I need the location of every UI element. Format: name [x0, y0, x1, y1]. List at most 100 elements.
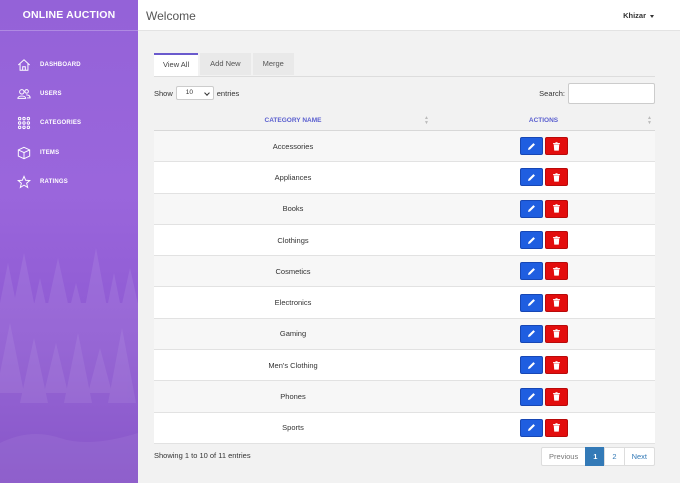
- categories-table: CATEGORY NAME ▲ ▼ ACTIONS ▲ ▼ Accessories A…: [154, 111, 655, 444]
- topbar: Welcome Khizar: [138, 0, 680, 31]
- header-category-name[interactable]: CATEGORY NAME ▲ ▼: [154, 111, 432, 130]
- delete-button[interactable]: [544, 168, 568, 187]
- pagination-page-1[interactable]: 1: [585, 447, 606, 466]
- pencil-icon: [527, 236, 535, 244]
- delete-button[interactable]: [544, 293, 568, 312]
- delete-button[interactable]: [544, 199, 568, 218]
- category-name-cell: Books: [282, 204, 304, 214]
- delete-button[interactable]: [544, 231, 568, 250]
- edit-button[interactable]: [519, 293, 543, 312]
- actions-cell: [432, 324, 655, 343]
- sidebar-item-users[interactable]: USERS: [0, 79, 138, 108]
- table-row: Gaming: [154, 318, 655, 351]
- table-row: Books: [154, 193, 655, 225]
- pagination-next[interactable]: Next: [623, 447, 655, 466]
- sidebar-nav: DASHBOARD USERS CATEGORIES ITEMS RATINGS: [0, 50, 138, 196]
- edit-button[interactable]: [519, 324, 543, 343]
- tab-divider: [154, 76, 655, 77]
- sidebar-item-categories[interactable]: CATEGORIES: [0, 109, 138, 138]
- edit-button[interactable]: [519, 137, 543, 156]
- pencil-icon: [527, 424, 535, 432]
- entries-length-control: Show 10 entries: [154, 86, 239, 100]
- search-label: Search:: [539, 89, 565, 98]
- brand-title: ONLINE AUCTION: [0, 0, 138, 31]
- delete-button[interactable]: [544, 324, 568, 343]
- trash-icon: [552, 141, 560, 151]
- sidebar: ONLINE AUCTION DASHBOARD USERS CATEGORIE…: [0, 0, 138, 483]
- category-name-cell: Men's Clothing: [268, 360, 318, 370]
- pencil-icon: [527, 205, 535, 213]
- edit-button[interactable]: [519, 356, 543, 375]
- table-row: Clothings: [154, 224, 655, 257]
- search-input[interactable]: [568, 83, 655, 104]
- tab-merge[interactable]: Merge: [252, 53, 294, 75]
- tab-bar: View All Add New Merge: [154, 53, 296, 77]
- show-label: Show: [154, 88, 173, 98]
- actions-cell: [432, 356, 655, 375]
- delete-button[interactable]: [544, 387, 568, 406]
- pencil-icon: [527, 267, 535, 275]
- home-icon: [17, 58, 31, 72]
- edit-button[interactable]: [519, 262, 543, 281]
- category-name-cell: Gaming: [279, 329, 307, 339]
- edit-button[interactable]: [519, 231, 543, 250]
- table-row: Sports: [154, 412, 655, 444]
- category-name-cell: Sports: [282, 423, 304, 433]
- category-name-cell: Electronics: [274, 298, 312, 308]
- tab-view-all[interactable]: View All: [154, 53, 199, 77]
- box-icon: [17, 146, 31, 160]
- star-icon: [17, 174, 31, 189]
- sidebar-item-dashboard[interactable]: DASHBOARD: [0, 50, 138, 79]
- delete-button[interactable]: [544, 418, 568, 437]
- sidebar-item-label: DASHBOARD: [40, 61, 81, 68]
- trash-icon: [552, 392, 560, 401]
- category-name-cell: Cosmetics: [275, 266, 311, 276]
- category-name-cell: Accessories: [272, 141, 314, 151]
- pagination: Previous 1 2 Next: [541, 447, 655, 466]
- trash-icon: [552, 423, 560, 432]
- sidebar-item-items[interactable]: ITEMS: [0, 138, 138, 167]
- table-body: Accessories Appliances Books Clothings Cosme…: [154, 131, 655, 444]
- pencil-icon: [527, 174, 535, 181]
- entries-select[interactable]: 10: [175, 86, 214, 100]
- trash-icon: [552, 267, 560, 276]
- forest-background: [0, 248, 138, 483]
- table-row: Accessories: [154, 131, 655, 163]
- edit-button[interactable]: [519, 418, 543, 437]
- actions-cell: [432, 418, 655, 437]
- sidebar-item-label: RATINGS: [40, 178, 68, 185]
- user-menu[interactable]: Khizar: [623, 11, 654, 20]
- page-title: Welcome: [146, 9, 196, 23]
- trash-icon: [552, 329, 560, 339]
- sort-icon: ▲ ▼: [647, 115, 652, 126]
- actions-cell: [432, 199, 655, 218]
- delete-button[interactable]: [544, 262, 568, 281]
- grid-icon: [17, 116, 31, 130]
- trash-icon: [552, 204, 560, 213]
- pencil-icon: [527, 142, 535, 150]
- pagination-previous[interactable]: Previous: [541, 447, 587, 466]
- delete-button[interactable]: [544, 356, 568, 375]
- table-row: Cosmetics: [154, 256, 655, 288]
- table-row: Phones: [154, 381, 655, 413]
- caret-down-icon: [650, 14, 654, 18]
- actions-cell: [432, 137, 655, 156]
- user-name: Khizar: [623, 11, 646, 20]
- header-actions[interactable]: ACTIONS ▲ ▼: [432, 111, 655, 130]
- trash-icon: [552, 298, 560, 307]
- tab-add-new[interactable]: Add New: [200, 53, 251, 75]
- category-name-cell: Clothings: [277, 235, 309, 245]
- pagination-page-2[interactable]: 2: [604, 447, 625, 466]
- sidebar-item-label: CATEGORIES: [40, 120, 82, 127]
- actions-cell: [432, 262, 655, 281]
- actions-cell: [432, 293, 655, 312]
- edit-button[interactable]: [519, 168, 543, 187]
- table-header: CATEGORY NAME ▲ ▼ ACTIONS ▲ ▼: [154, 111, 655, 131]
- edit-button[interactable]: [519, 387, 543, 406]
- pencil-icon: [527, 299, 535, 307]
- sidebar-item-label: USERS: [40, 90, 62, 97]
- sidebar-item-ratings[interactable]: RATINGS: [0, 167, 138, 196]
- search-control: Search:: [539, 83, 655, 104]
- delete-button[interactable]: [544, 137, 568, 156]
- edit-button[interactable]: [519, 199, 543, 218]
